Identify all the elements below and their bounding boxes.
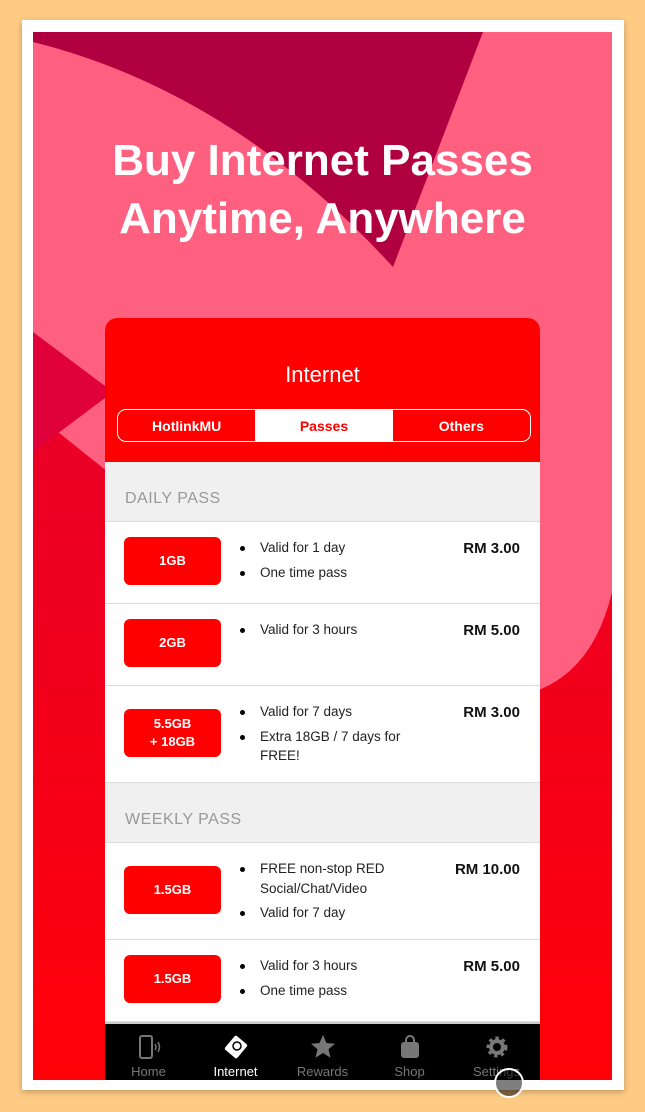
tab-others[interactable]: Others (393, 410, 530, 441)
pass-row[interactable]: 2GB Valid for 3 hours RM 5.00 (105, 604, 540, 686)
gear-icon (486, 1036, 507, 1058)
nav-rewards[interactable]: Rewards (279, 1024, 366, 1080)
tab-passes[interactable]: Passes (255, 410, 393, 441)
ticket-icon (224, 1035, 247, 1059)
nav-home[interactable]: Home (105, 1024, 192, 1080)
bottom-nav: Home Internet Rewards Shop Settings (105, 1022, 540, 1080)
data-badge: 2GB (124, 619, 221, 667)
data-badge: 1GB (124, 537, 221, 585)
detail-item: Extra 18GB / 7 days for FREE! (240, 727, 420, 766)
detail-item: Valid for 7 days (240, 702, 420, 722)
price: RM 10.00 (454, 861, 520, 878)
hero-line-2: Anytime, Anywhere (119, 194, 526, 243)
shopping-bag-icon (400, 1035, 419, 1058)
data-badge: 1.5GB (124, 865, 221, 914)
price: RM 5.00 (463, 958, 520, 975)
data-badge: 1.5GB (124, 955, 221, 1003)
watermark-play-icon (494, 1068, 524, 1098)
price: RM 5.00 (463, 622, 520, 639)
pass-details: FREE non-stop RED Social/Chat/Video Valid… (240, 859, 420, 928)
price: RM 3.00 (463, 540, 520, 557)
pass-details: Valid for 7 days Extra 18GB / 7 days for … (240, 702, 420, 771)
detail-item: Valid for 3 hours (240, 956, 420, 976)
hero-line-1: Buy Internet Passes (112, 136, 533, 185)
price: RM 3.00 (463, 704, 520, 721)
star-icon (310, 1035, 335, 1058)
pass-list: DAILY PASS 1GB Valid for 1 day One time pas… (105, 462, 540, 1022)
segmented-tabs: HotlinkMU Passes Others (117, 409, 531, 442)
detail-item: One time pass (240, 563, 420, 583)
pass-row[interactable]: 5.5GB + 18GB Valid for 7 days Extra 18GB /… (105, 686, 540, 783)
detail-item: Valid for 7 day (240, 903, 420, 923)
card-header: Internet HotlinkMU Passes Others (105, 318, 540, 462)
hero-title: Buy Internet Passes Anytime, Anywhere (33, 132, 612, 248)
detail-item: Valid for 1 day (240, 538, 420, 558)
section-header: DAILY PASS (105, 462, 540, 522)
pass-row[interactable]: 1.5GB FREE non-stop RED Social/Chat/Video… (105, 843, 540, 940)
pass-row[interactable]: 1GB Valid for 1 day One time pass RM 3.00 (105, 522, 540, 604)
detail-item: FREE non-stop RED Social/Chat/Video (240, 859, 420, 898)
nav-label: Home (131, 1064, 166, 1079)
nav-label: Rewards (296, 1064, 349, 1079)
nav-label: Shop (394, 1064, 425, 1079)
pass-details: Valid for 3 hours One time pass (240, 956, 420, 1005)
phone-icon (138, 1035, 160, 1059)
nav-settings[interactable]: Settings (453, 1024, 540, 1080)
nav-shop[interactable]: Shop (366, 1024, 453, 1080)
nav-internet[interactable]: Internet (192, 1024, 279, 1080)
section-header: WEEKLY PASS (105, 783, 540, 843)
pass-row[interactable]: 1.5GB Valid for 3 hours One time pass RM 5.… (105, 940, 540, 1022)
detail-item: One time pass (240, 981, 420, 1001)
tab-hotlinkmu[interactable]: HotlinkMU (118, 410, 255, 441)
pass-details: Valid for 1 day One time pass (240, 538, 420, 587)
pass-details: Valid for 3 hours (240, 620, 420, 645)
app-screen: Buy Internet Passes Anytime, Anywhere In… (33, 32, 612, 1080)
data-badge: 5.5GB + 18GB (124, 708, 221, 757)
internet-card: Internet HotlinkMU Passes Others DAILY P… (105, 318, 540, 1080)
card-title: Internet (285, 362, 360, 387)
detail-item: Valid for 3 hours (240, 620, 420, 640)
nav-label: Internet (213, 1064, 258, 1079)
